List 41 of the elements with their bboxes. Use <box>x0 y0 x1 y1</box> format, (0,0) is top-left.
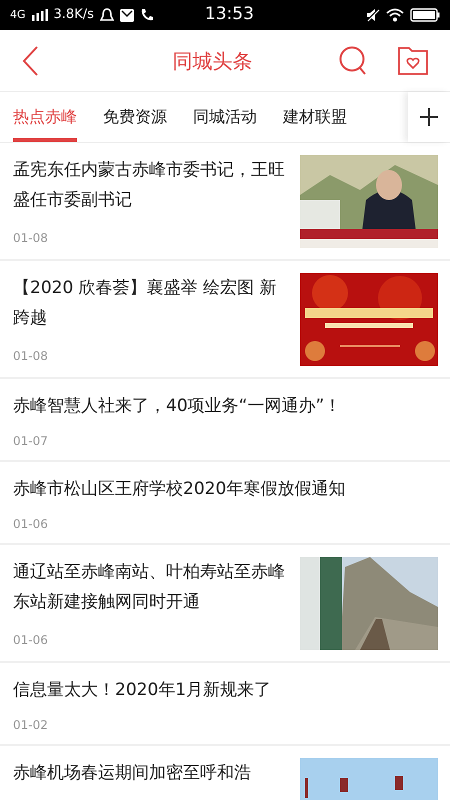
battery-icon <box>410 8 440 22</box>
news-item[interactable]: 赤峰机场春运期间加密至呼和浩 <box>0 746 450 800</box>
mute-icon <box>366 8 380 22</box>
back-icon <box>22 46 38 76</box>
speed-label: 3.8K/s <box>54 6 94 24</box>
news-title: 信息量太大！2020年1月新规来了 <box>13 679 272 702</box>
news-item[interactable]: 孟宪东任内蒙古赤峰市委书记，王旺盛任市委副书记 01-08 <box>0 143 450 261</box>
news-title: 赤峰市松山区王府学校2020年寒假放假通知 <box>13 478 346 501</box>
news-title: 孟宪东任内蒙古赤峰市委书记，王旺盛任市委副书记 <box>13 159 286 212</box>
network-label: 4G <box>10 6 26 23</box>
favorites-button[interactable] <box>398 46 428 76</box>
news-date: 01-07 <box>13 433 49 450</box>
news-title: 赤峰机场春运期间加密至呼和浩 <box>13 762 252 785</box>
search-icon <box>339 46 367 76</box>
news-item[interactable]: 【2020 欣春荟】襄盛举 绘宏图 新跨越 01-08 <box>0 261 450 379</box>
news-date: 01-02 <box>13 717 49 734</box>
news-item[interactable]: 赤峰智慧人社来了，40项业务“一网通办”！ 01-07 <box>0 379 450 462</box>
wifi-icon <box>386 8 404 22</box>
category-tab[interactable]: 建材联盟 <box>283 92 347 142</box>
news-item[interactable]: 通辽站至赤峰南站、叶柏寿站至赤峰东站新建接触网同时开通 01-06 <box>0 545 450 663</box>
heart-folder-icon <box>398 46 428 74</box>
news-title: 赤峰智慧人社来了，40项业务“一网通办”！ <box>13 395 342 418</box>
signal-icon <box>32 9 48 21</box>
mail-icon <box>120 8 134 22</box>
clock-label: 13:53 <box>204 3 254 26</box>
news-date: 01-06 <box>13 632 49 649</box>
news-date: 01-08 <box>13 348 49 365</box>
news-item[interactable]: 赤峰市松山区王府学校2020年寒假放假通知 01-06 <box>0 462 450 545</box>
news-date: 01-08 <box>13 230 49 247</box>
category-tab[interactable]: 免费资源 <box>103 92 167 142</box>
plus-icon <box>420 108 438 126</box>
page-title: 同城头条 <box>172 48 252 74</box>
news-title: 【2020 欣春荟】襄盛举 绘宏图 新跨越 <box>13 277 278 330</box>
news-title: 通辽站至赤峰南站、叶柏寿站至赤峰东站新建接触网同时开通 <box>13 561 286 614</box>
search-button[interactable] <box>338 44 368 76</box>
add-tab-button[interactable] <box>408 92 450 142</box>
category-tab[interactable]: 热点赤峰 <box>13 92 77 142</box>
phone-icon <box>140 8 154 22</box>
category-tab[interactable]: 同城活动 <box>193 92 257 142</box>
news-date: 01-06 <box>13 516 49 533</box>
news-item[interactable]: 信息量太大！2020年1月新规来了 01-02 <box>0 663 450 746</box>
